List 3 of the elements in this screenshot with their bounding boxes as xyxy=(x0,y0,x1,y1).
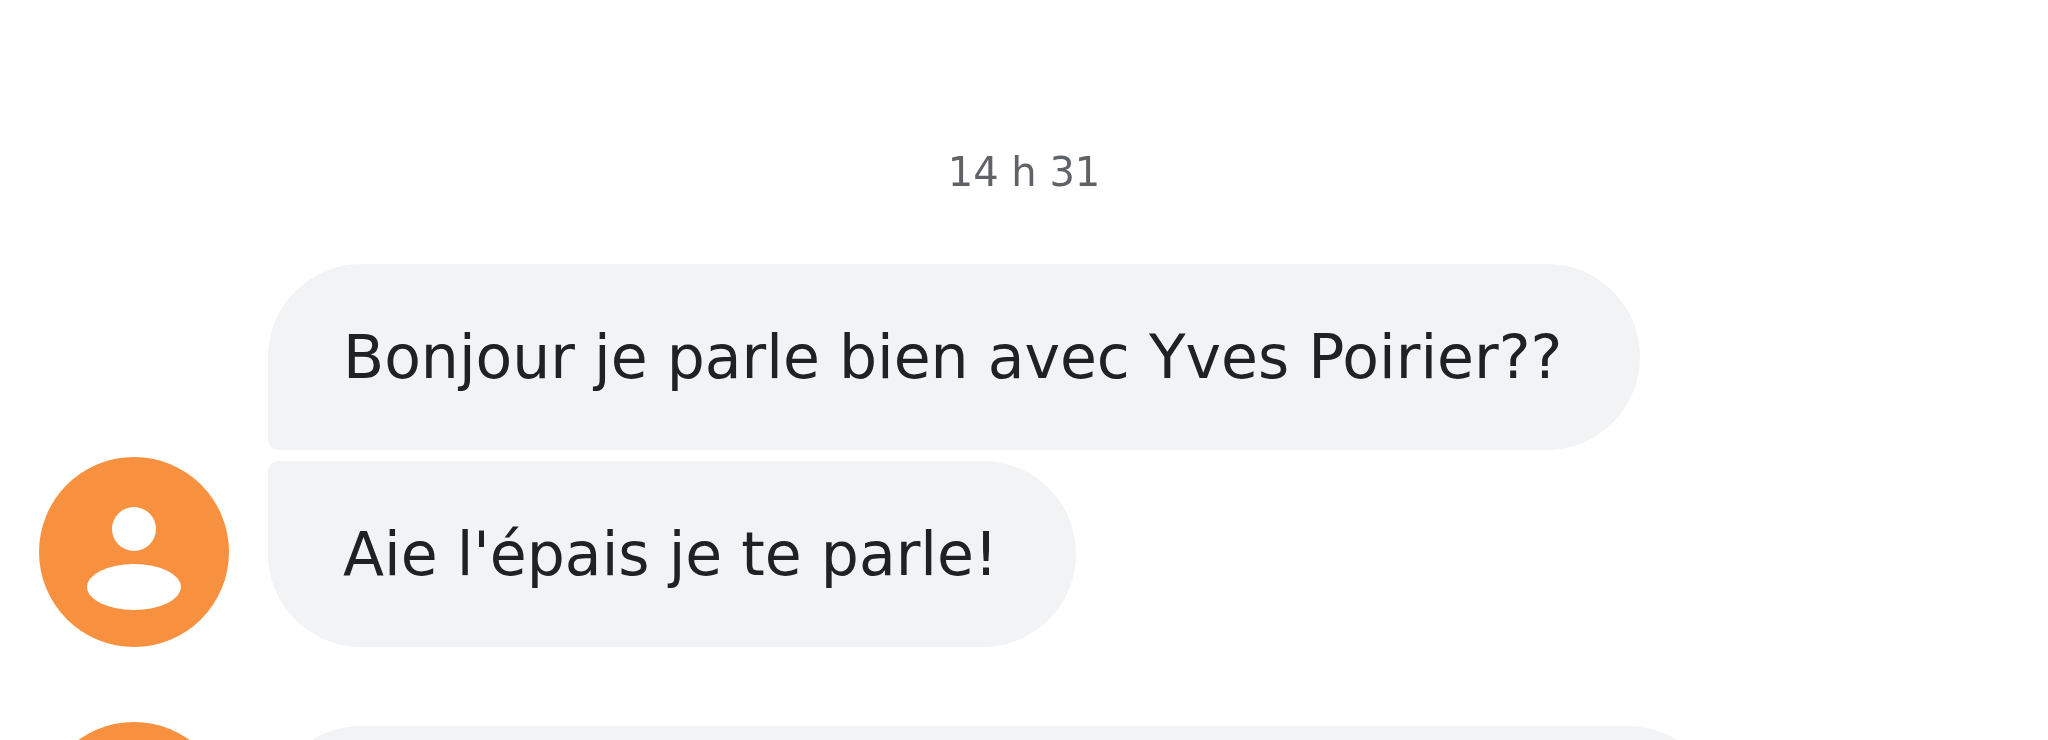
message-bubble[interactable]: Aie l'épais je te parle! xyxy=(268,461,1076,647)
message-bubble[interactable]: Bonjour je parle bien avec Yves Poirier?? xyxy=(268,264,1641,450)
timestamp: 14 h 31 xyxy=(946,148,1102,196)
